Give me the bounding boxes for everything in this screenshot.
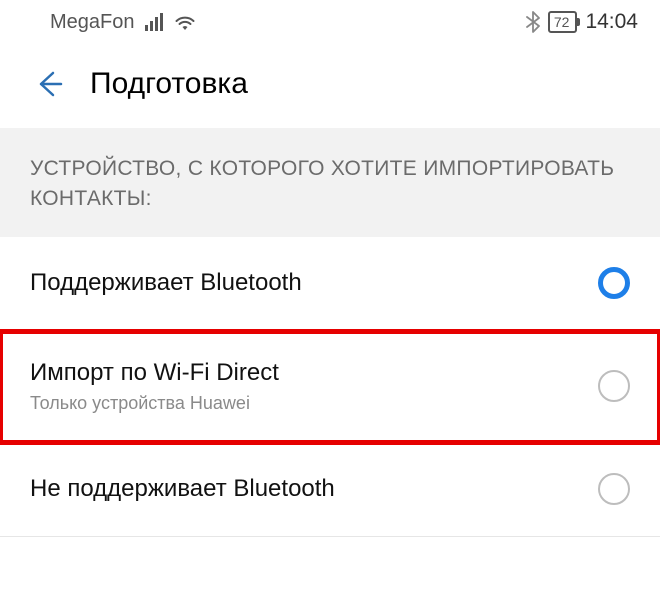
carrier-label: MegaFon: [50, 11, 135, 34]
radio-icon: [598, 473, 630, 505]
battery-icon: 72: [548, 11, 578, 33]
option-label: Поддерживает Bluetooth: [30, 269, 302, 297]
wifi-icon: [173, 12, 197, 32]
battery-level: 72: [554, 15, 570, 29]
option-label: Не поддерживает Bluetooth: [30, 475, 335, 503]
back-arrow-icon: [33, 69, 63, 99]
option-sublabel: Только устройства Huawei: [30, 393, 279, 414]
clock: 14:04: [585, 10, 638, 34]
option-bluetooth[interactable]: Поддерживает Bluetooth: [0, 237, 660, 331]
option-label: Импорт по Wi-Fi Direct: [30, 359, 279, 387]
bluetooth-icon: [526, 11, 540, 33]
status-left: MegaFon: [50, 11, 197, 34]
back-button[interactable]: [30, 66, 66, 102]
radio-icon: [598, 267, 630, 299]
option-wifi-direct[interactable]: Импорт по Wi-Fi Direct Только устройства…: [0, 331, 660, 443]
page-title: Подготовка: [90, 67, 248, 101]
section-heading: УСТРОЙСТВО, С КОТОРОГО ХОТИТЕ ИМПОРТИРОВ…: [0, 128, 660, 237]
status-right: 72 14:04: [526, 10, 638, 34]
radio-icon: [598, 370, 630, 402]
app-header: Подготовка: [0, 44, 660, 128]
options-list: Поддерживает Bluetooth Импорт по Wi-Fi D…: [0, 237, 660, 537]
status-bar: MegaFon 72 14:04: [0, 0, 660, 44]
signal-icon: [145, 13, 163, 31]
option-no-bluetooth[interactable]: Не поддерживает Bluetooth: [0, 443, 660, 537]
